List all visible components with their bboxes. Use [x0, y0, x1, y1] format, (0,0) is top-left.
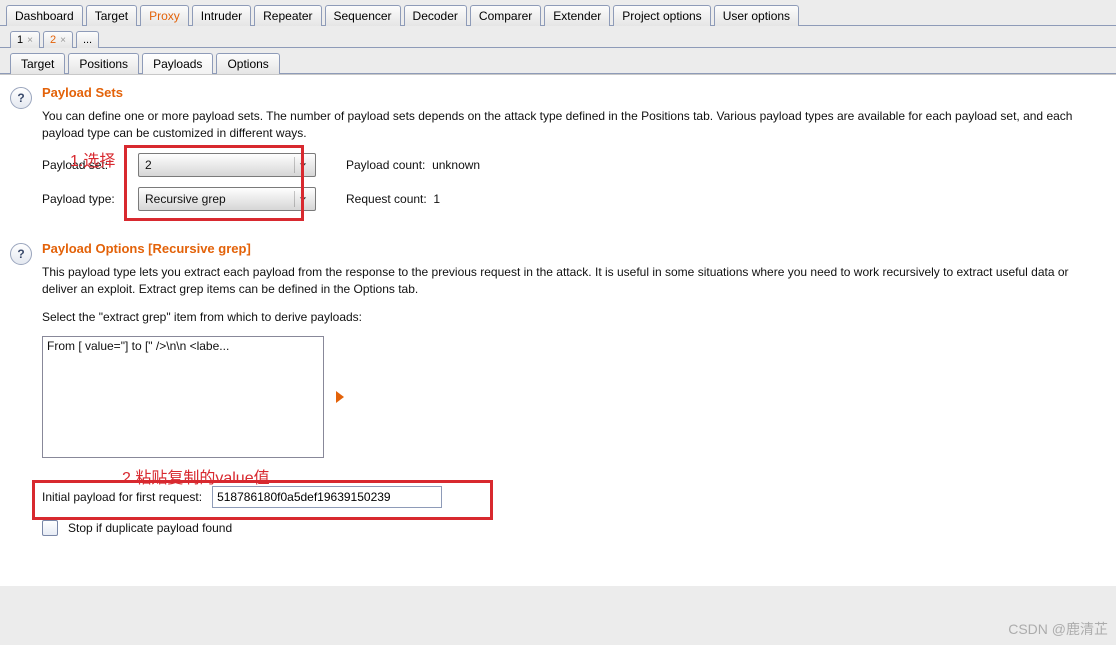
sub-tab-payloads[interactable]: Payloads — [142, 53, 213, 74]
stop-duplicate-checkbox[interactable] — [42, 520, 58, 536]
main-tabbar: DashboardTargetProxyIntruderRepeaterSequ… — [0, 0, 1116, 26]
stop-duplicate-label: Stop if duplicate payload found — [68, 521, 232, 535]
chevron-down-icon — [294, 191, 311, 207]
main-tab-user-options[interactable]: User options — [714, 5, 799, 26]
main-tab-target[interactable]: Target — [86, 5, 137, 26]
extract-grep-item[interactable]: From [ value="] to [" />\n\n <labe... — [43, 337, 323, 355]
main-tab-repeater[interactable]: Repeater — [254, 5, 321, 26]
main-tab-intruder[interactable]: Intruder — [192, 5, 251, 26]
payload-type-row: Payload type: Recursive grep Request cou… — [42, 187, 1106, 211]
payload-options-title: Payload Options [Recursive grep] — [42, 241, 1106, 256]
payload-count-label: Payload count: — [346, 158, 425, 172]
close-icon[interactable]: × — [60, 35, 66, 46]
payloads-panel: ? Payload Sets You can define one or mor… — [0, 74, 1116, 586]
help-icon[interactable]: ? — [10, 243, 32, 265]
attack-tab-...[interactable]: ... — [76, 31, 99, 48]
payload-count-value: unknown — [432, 158, 480, 172]
watermark: CSDN @鹿清芷 — [1008, 619, 1108, 639]
payload-type-label: Payload type: — [42, 192, 128, 206]
request-count-value: 1 — [433, 192, 440, 206]
request-count-label: Request count: — [346, 192, 427, 206]
help-icon[interactable]: ? — [10, 87, 32, 109]
main-tab-comparer[interactable]: Comparer — [470, 5, 541, 26]
payload-set-dropdown[interactable]: 2 — [138, 153, 316, 177]
sub-tab-options[interactable]: Options — [216, 53, 279, 74]
attack-tab-2[interactable]: 2× — [43, 31, 73, 48]
main-tab-dashboard[interactable]: Dashboard — [6, 5, 83, 26]
payload-sets-section: ? Payload Sets You can define one or mor… — [10, 85, 1106, 221]
main-tab-project-options[interactable]: Project options — [613, 5, 710, 26]
payload-type-value: Recursive grep — [145, 192, 226, 206]
payload-set-value: 2 — [145, 158, 152, 172]
close-icon[interactable]: × — [27, 35, 33, 46]
payload-options-section: ? Payload Options [Recursive grep] This … — [10, 241, 1106, 546]
chevron-down-icon — [294, 157, 311, 173]
sub-tab-positions[interactable]: Positions — [68, 53, 139, 74]
attack-tab-1[interactable]: 1× — [10, 31, 40, 48]
payload-options-desc: This payload type lets you extract each … — [42, 264, 1106, 299]
payload-sets-title: Payload Sets — [42, 85, 1106, 100]
main-tab-proxy[interactable]: Proxy — [140, 5, 189, 26]
extract-grep-select-label: Select the "extract grep" item from whic… — [42, 309, 1106, 326]
payload-set-label: Payload set: — [42, 158, 128, 172]
triangle-right-icon — [336, 391, 344, 403]
main-tab-extender[interactable]: Extender — [544, 5, 610, 26]
attack-tabbar: 1×2×... — [0, 26, 1116, 48]
extract-grep-list[interactable]: From [ value="] to [" />\n\n <labe... — [42, 336, 324, 458]
annotation-2-text: 2.粘贴复制的value值 — [122, 464, 270, 488]
payload-set-row: Payload set: 2 Payload count: unknown — [42, 153, 1106, 177]
sub-tab-target[interactable]: Target — [10, 53, 65, 74]
payload-type-dropdown[interactable]: Recursive grep — [138, 187, 316, 211]
initial-payload-input[interactable] — [212, 486, 442, 508]
main-tab-sequencer[interactable]: Sequencer — [325, 5, 401, 26]
main-tab-decoder[interactable]: Decoder — [404, 5, 467, 26]
intruder-sub-tabbar: TargetPositionsPayloadsOptions — [0, 48, 1116, 74]
payload-sets-desc: You can define one or more payload sets.… — [42, 108, 1106, 143]
initial-payload-label: Initial payload for first request: — [42, 490, 202, 504]
